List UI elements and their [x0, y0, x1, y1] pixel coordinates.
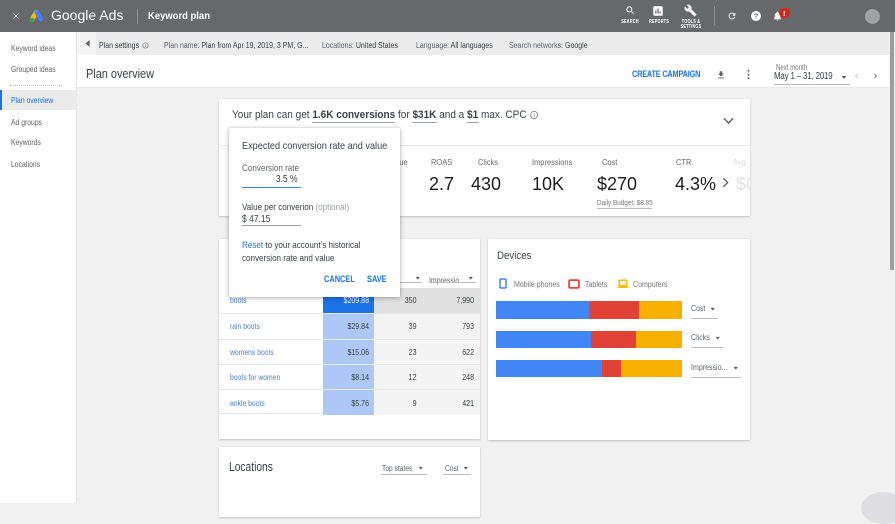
svg-text:?: ?: [754, 14, 758, 21]
